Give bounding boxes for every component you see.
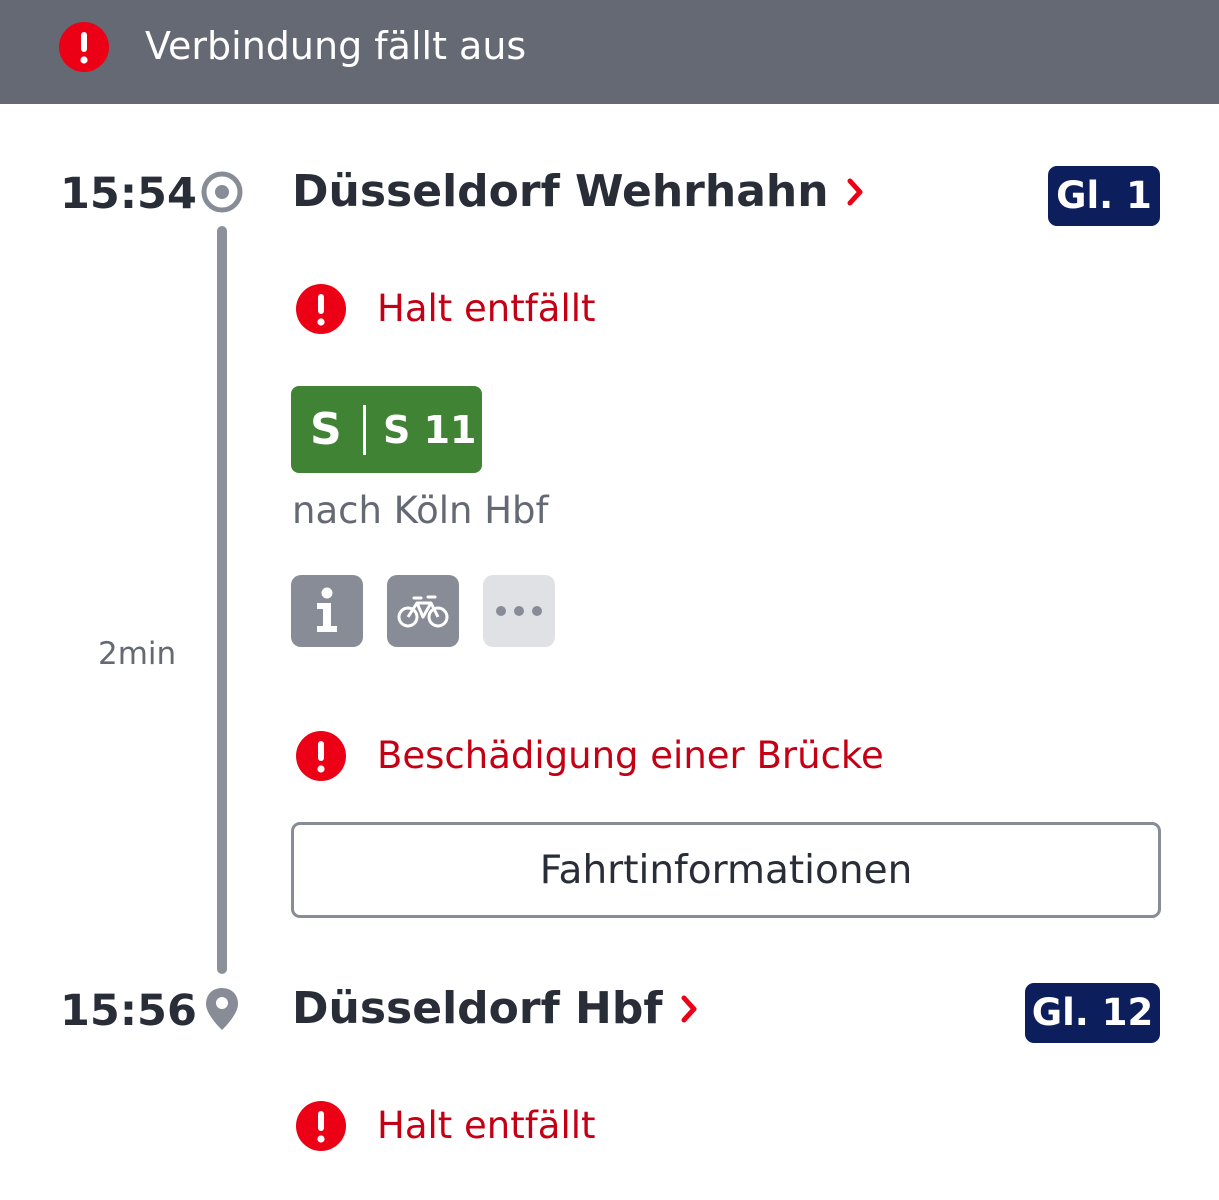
alert-icon — [296, 284, 346, 334]
banner-text: Verbindung fällt aus — [145, 24, 527, 68]
bicycle-button[interactable] — [387, 575, 459, 647]
sbahn-logo: S — [310, 404, 342, 455]
arrival-station-link[interactable]: Düsseldorf Hbf — [292, 982, 697, 1036]
more-icon — [496, 606, 542, 616]
alert-icon — [296, 731, 346, 781]
timeline-line — [217, 226, 227, 974]
alert-icon — [59, 22, 109, 72]
departure-station-name: Düsseldorf Wehrhahn — [292, 166, 829, 217]
departure-station-link[interactable]: Düsseldorf Wehrhahn — [292, 165, 863, 219]
origin-circle-icon — [200, 170, 244, 214]
info-button[interactable] — [291, 575, 363, 647]
disruption-notice-text: Beschädigung einer Brücke — [377, 734, 884, 777]
travel-duration: 2min — [98, 636, 177, 672]
departure-warning-text: Halt entfällt — [377, 287, 596, 330]
chevron-right-icon — [847, 165, 863, 219]
line-name: S 11 — [383, 407, 477, 452]
alert-icon — [296, 1101, 346, 1151]
bicycle-icon — [397, 595, 449, 628]
arrival-warning: Halt entfällt — [296, 1101, 596, 1151]
chevron-right-icon — [681, 982, 697, 1036]
trip-info-button[interactable]: Fahrtinformationen — [291, 822, 1161, 918]
departure-platform-badge: Gl. 1 — [1048, 166, 1160, 226]
arrival-warning-text: Halt entfällt — [377, 1104, 596, 1147]
more-button[interactable] — [483, 575, 555, 647]
cancellation-banner: Verbindung fällt aus — [0, 0, 1219, 104]
arrival-time: 15:56 — [60, 986, 197, 1036]
sbahn-line-badge: S S 11 — [291, 386, 482, 473]
departure-time: 15:54 — [60, 169, 197, 219]
info-icon — [317, 587, 337, 632]
badge-separator — [363, 404, 366, 455]
arrival-platform-badge: Gl. 12 — [1025, 983, 1160, 1043]
direction-text: nach Köln Hbf — [292, 489, 549, 532]
disruption-notice: Beschädigung einer Brücke — [296, 731, 884, 781]
location-pin-icon — [203, 986, 241, 1032]
arrival-station-name: Düsseldorf Hbf — [292, 983, 663, 1034]
departure-warning: Halt entfällt — [296, 284, 596, 334]
